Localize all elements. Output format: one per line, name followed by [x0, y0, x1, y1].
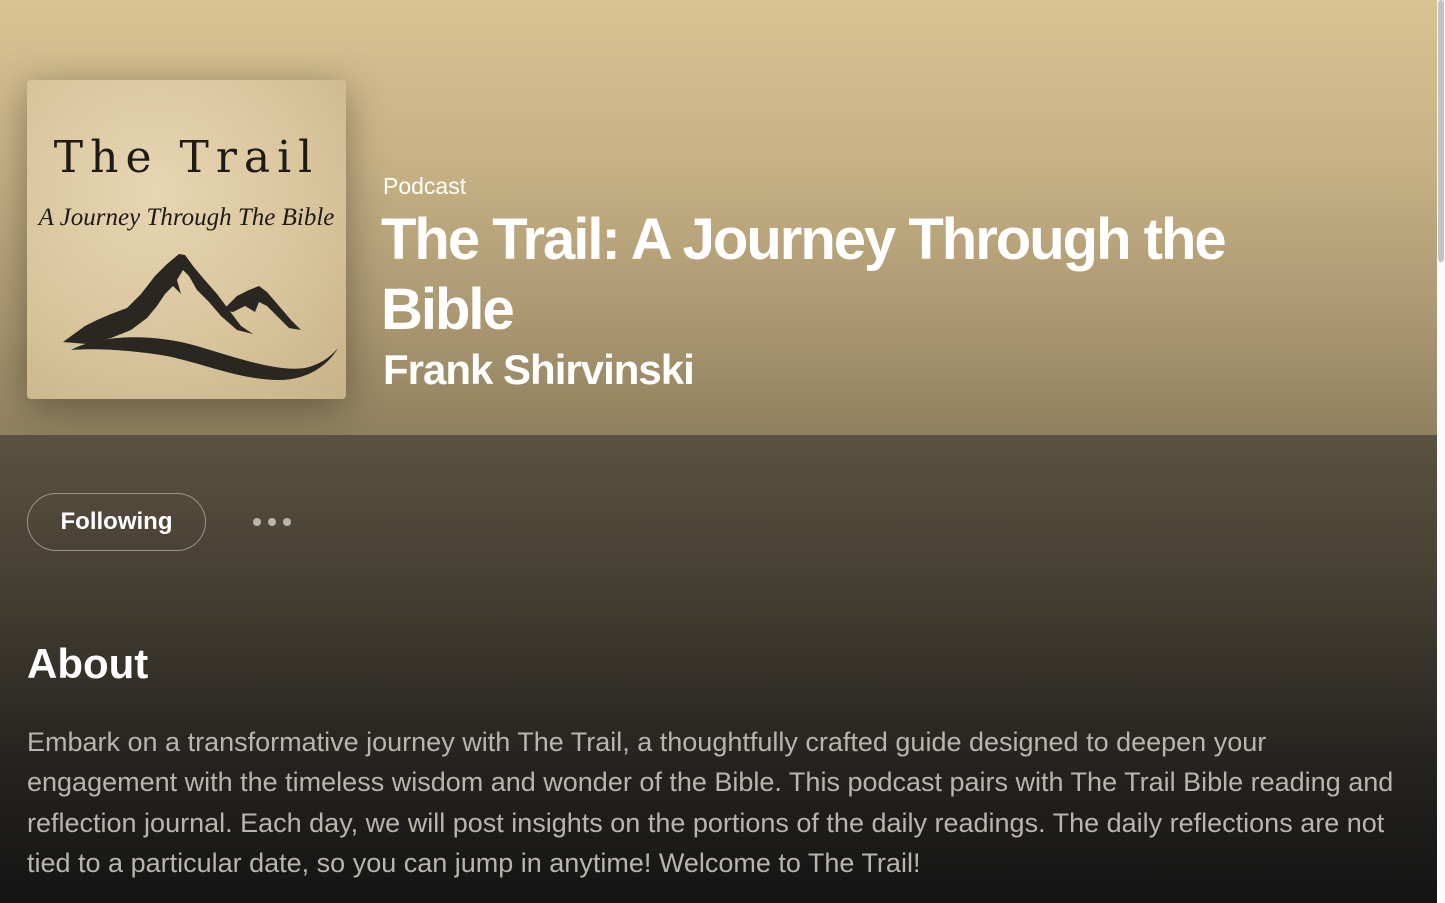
podcast-cover-art[interactable]: The Trail A Journey Through The Bible — [27, 80, 346, 399]
podcast-title: The Trail: A Journey Through the Bible — [381, 207, 1227, 342]
mountains-icon — [63, 254, 338, 380]
about-heading: About — [27, 640, 149, 687]
podcast-author[interactable]: Frank Shirvinski — [383, 346, 695, 394]
podcast-page: The Trail A Journey Through The Bible Po… — [0, 0, 1445, 903]
content-type-label: Podcast — [383, 173, 467, 199]
scrollbar-thumb[interactable] — [1438, 0, 1444, 262]
more-options-button[interactable] — [242, 505, 302, 539]
following-button[interactable]: Following — [27, 493, 206, 551]
scrollbar[interactable] — [1437, 0, 1445, 903]
more-options-icon — [253, 518, 291, 526]
podcast-header: The Trail A Journey Through The Bible Po… — [0, 0, 1437, 435]
about-description: Embark on a transformative journey with … — [27, 727, 1394, 879]
